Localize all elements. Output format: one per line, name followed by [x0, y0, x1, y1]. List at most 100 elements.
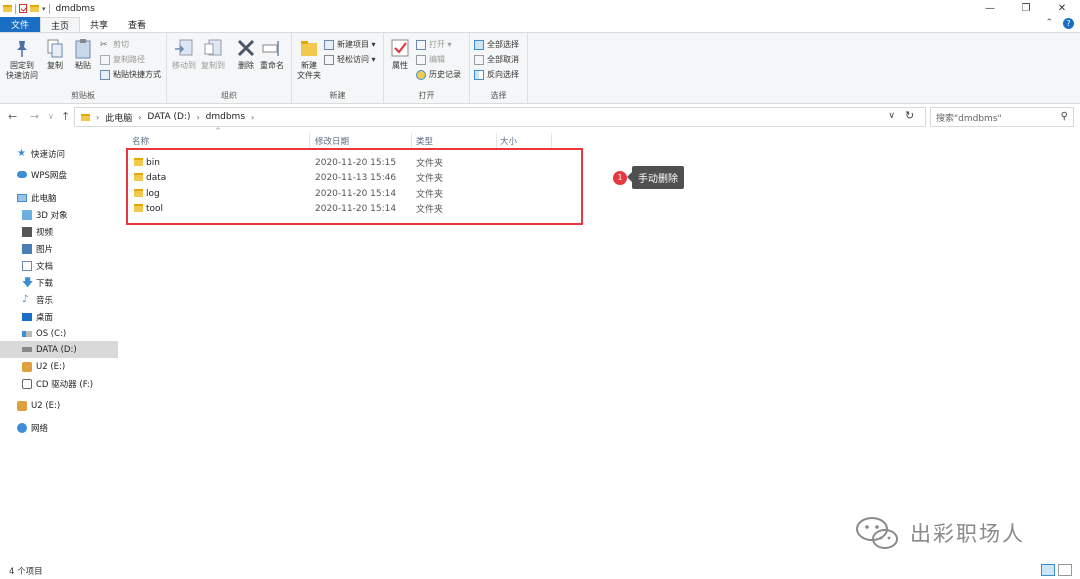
nav-item-data-d[interactable]: DATA (D:) [0, 341, 118, 358]
column-divider[interactable] [496, 133, 497, 149]
address-bar[interactable]: › 此电脑 › DATA (D:) › dmdbms › ∨ [74, 107, 926, 127]
maximize-icon[interactable]: ❐ [1008, 0, 1044, 17]
paste-shortcut-button[interactable]: 粘贴快捷方式 [100, 69, 161, 80]
breadcrumb-this-pc[interactable]: 此电脑 [105, 111, 132, 124]
nav-item-this-pc[interactable]: 此电脑 [0, 189, 118, 206]
nav-item-os-c[interactable]: OS (C:) [0, 325, 118, 342]
window-controls: — ❐ ✕ [972, 0, 1080, 17]
history-button[interactable]: 历史记录 [416, 69, 461, 80]
pin-quick-access-button[interactable]: 固定到 快速访问 [6, 37, 38, 81]
edit-button[interactable]: 编辑 [416, 54, 445, 65]
nav-item-cd-f[interactable]: CD 驱动器 (F:) [0, 375, 118, 392]
tab-share[interactable]: 共享 [80, 17, 118, 32]
column-divider[interactable] [551, 133, 552, 149]
folder-icon [3, 5, 12, 12]
column-divider[interactable] [411, 133, 412, 149]
search-input[interactable]: 搜索"dmdbms" ⚲ [930, 107, 1074, 127]
breadcrumb-dmdbms[interactable]: dmdbms [206, 112, 245, 122]
video-icon [22, 226, 32, 237]
invert-selection-button[interactable]: 反向选择 [474, 69, 519, 80]
minimize-icon[interactable]: — [972, 0, 1008, 17]
new-folder-button[interactable]: 新建 文件夹 [297, 37, 321, 81]
close-icon[interactable]: ✕ [1044, 0, 1080, 17]
divider [15, 3, 16, 14]
forward-arrow-icon[interactable]: → [30, 110, 39, 123]
rename-label: 重命名 [260, 61, 284, 70]
properties-check-icon[interactable] [19, 4, 27, 13]
large-icons-view-icon[interactable] [1058, 564, 1072, 576]
refresh-icon[interactable]: ↻ [905, 109, 914, 122]
history-icon [416, 69, 426, 80]
cd-drive-icon [22, 378, 32, 389]
new-item-button[interactable]: 新建项目 ▾ [324, 39, 376, 50]
open-button[interactable]: 打开 ▾ [416, 39, 452, 50]
select-none-label: 全部取消 [487, 55, 519, 64]
up-arrow-icon[interactable]: ↑ [61, 110, 70, 123]
nav-item-downloads[interactable]: 🡇 下载 [0, 274, 118, 291]
move-to-button[interactable]: 移动到 [172, 37, 196, 71]
tab-view[interactable]: 查看 [118, 17, 156, 32]
nav-item-label: 下载 [36, 278, 54, 289]
column-header-name[interactable]: 名称 [132, 133, 149, 149]
open-icon [416, 39, 426, 50]
drive-icon [22, 330, 32, 337]
nav-item-pictures[interactable]: 图片 [0, 240, 118, 257]
nav-item-wps-drive[interactable]: WPS网盘 [0, 166, 118, 183]
breadcrumb-separator-icon[interactable]: › [138, 113, 141, 122]
nav-item-quick-access[interactable]: ★ 快速访问 [0, 145, 118, 162]
column-divider[interactable] [309, 133, 310, 149]
back-arrow-icon[interactable]: ← [8, 110, 17, 123]
new-folder-icon[interactable] [30, 5, 39, 12]
organize-group-label: 组织 [221, 91, 237, 100]
select-none-button[interactable]: 全部取消 [474, 54, 519, 65]
divider [48, 3, 50, 14]
copy-button[interactable]: 复制 [44, 37, 66, 71]
nav-item-desktop[interactable]: 桌面 [0, 308, 118, 325]
nav-item-u2-e[interactable]: U2 (E:) [0, 358, 118, 375]
nav-item-u2-e-root[interactable]: U2 (E:) [0, 397, 118, 414]
easy-access-icon [324, 54, 334, 65]
nav-item-documents[interactable]: 文档 [0, 257, 118, 274]
nav-item-label: 视频 [36, 227, 54, 238]
move-to-icon [173, 37, 195, 59]
column-header-type[interactable]: 类型 [416, 133, 433, 149]
ribbon-tabs: 文件 主页 共享 查看 ⌃ ? [0, 17, 1080, 32]
select-all-button[interactable]: 全部选择 [474, 39, 519, 50]
paste-icon [72, 37, 94, 59]
select-all-icon [474, 39, 484, 50]
pin-label: 固定到 快速访问 [6, 61, 38, 80]
help-icon[interactable]: ? [1063, 18, 1074, 29]
collapse-ribbon-chevron-icon[interactable]: ⌃ [1045, 18, 1053, 29]
nav-item-3d-objects[interactable]: 3D 对象 [0, 206, 118, 223]
column-header-date[interactable]: 修改日期 [315, 133, 349, 149]
copy-to-button[interactable]: 复制到 [201, 37, 225, 71]
breadcrumb-separator-icon[interactable]: › [196, 113, 199, 122]
copy-path-button[interactable]: 复制路径 [100, 54, 145, 65]
column-header-size[interactable]: 大小 [500, 133, 517, 149]
breadcrumb-separator-icon[interactable]: › [96, 113, 99, 122]
delete-button[interactable]: 删除 [235, 37, 257, 71]
easy-access-button[interactable]: 轻松访问 ▾ [324, 54, 376, 65]
ribbon-group-open: 属性 打开 ▾ 编辑 历史记录 打开 [384, 33, 470, 103]
details-view-icon[interactable] [1041, 564, 1055, 576]
nav-item-videos[interactable]: 视频 [0, 223, 118, 240]
nav-item-music[interactable]: ♪ 音乐 [0, 291, 118, 308]
customize-toolbar-chevron-icon[interactable]: ▾ [42, 5, 46, 13]
tab-home[interactable]: 主页 [40, 17, 81, 32]
address-dropdown-chevron-icon[interactable]: ∨ [888, 111, 895, 121]
cut-button[interactable]: ✂ 剪切 [100, 39, 129, 50]
new-folder-label: 新建 文件夹 [297, 61, 321, 80]
properties-button[interactable]: 属性 [389, 37, 411, 71]
tab-file[interactable]: 文件 [0, 17, 41, 32]
computer-icon [17, 193, 27, 202]
paste-button[interactable]: 粘贴 [72, 37, 94, 71]
nav-item-network[interactable]: 网络 [0, 419, 118, 436]
new-item-icon [324, 39, 334, 50]
search-icon[interactable]: ⚲ [1061, 111, 1068, 122]
rename-button[interactable]: 重命名 [260, 37, 284, 71]
paste-label: 粘贴 [75, 61, 91, 70]
copy-to-label: 复制到 [201, 61, 225, 70]
breadcrumb-separator-icon[interactable]: › [251, 113, 254, 122]
breadcrumb-data-drive[interactable]: DATA (D:) [147, 112, 190, 122]
recent-locations-chevron-icon[interactable]: ∨ [48, 112, 54, 121]
